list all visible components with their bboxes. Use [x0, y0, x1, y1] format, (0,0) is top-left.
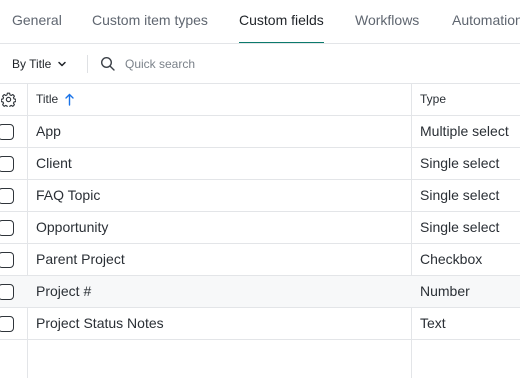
- table-row[interactable]: FAQ Topic Single select: [0, 180, 520, 212]
- field-title[interactable]: Project Status Notes: [36, 308, 164, 339]
- custom-fields-table: Title Type App Multiple select Client Si…: [0, 84, 520, 378]
- arrow-up-icon: [64, 94, 74, 107]
- field-title[interactable]: Client: [36, 148, 72, 179]
- field-type: Number: [420, 283, 470, 299]
- row-checkbox[interactable]: [0, 316, 14, 332]
- field-title[interactable]: App: [36, 116, 61, 147]
- table-header: Title Type: [0, 84, 520, 116]
- quick-search: [100, 54, 300, 74]
- table-row[interactable]: Opportunity Single select: [0, 212, 520, 244]
- field-type: Single select: [420, 155, 500, 171]
- tab-custom-item-types[interactable]: Custom item types: [92, 0, 208, 43]
- table-row[interactable]: App Multiple select: [0, 116, 520, 148]
- row-checkbox[interactable]: [0, 124, 14, 140]
- search-icon: [100, 56, 115, 71]
- tab-general[interactable]: General: [12, 0, 62, 43]
- field-type: Text: [420, 315, 446, 331]
- table-row[interactable]: Parent Project Checkbox: [0, 244, 520, 276]
- table-row[interactable]: Project # Number: [0, 276, 520, 308]
- row-checkbox[interactable]: [0, 252, 14, 268]
- row-checkbox[interactable]: [0, 220, 14, 236]
- tab-automation[interactable]: Automation: [452, 0, 520, 43]
- tab-custom-fields[interactable]: Custom fields: [239, 0, 324, 43]
- settings-tabs: General Custom item types Custom fields …: [0, 0, 520, 44]
- search-input[interactable]: [125, 57, 285, 71]
- field-type: Single select: [420, 187, 500, 203]
- toolbar: By Title: [0, 44, 520, 84]
- table-row[interactable]: Project Status Notes Text: [0, 308, 520, 340]
- field-title[interactable]: Project #: [36, 276, 91, 307]
- sort-dropdown-button[interactable]: By Title: [12, 54, 67, 74]
- column-header-title-label: Title: [36, 92, 59, 106]
- tab-workflows[interactable]: Workflows: [355, 0, 419, 43]
- column-header-type[interactable]: Type: [420, 84, 446, 115]
- table-row[interactable]: Client Single select: [0, 148, 520, 180]
- row-checkbox[interactable]: [0, 188, 14, 204]
- row-checkbox[interactable]: [0, 284, 14, 300]
- field-type: Checkbox: [420, 251, 483, 267]
- field-title[interactable]: Opportunity: [36, 212, 108, 243]
- column-header-title[interactable]: Title: [36, 84, 74, 115]
- chevron-down-icon: [58, 61, 67, 67]
- field-title[interactable]: Parent Project: [36, 244, 125, 275]
- sort-label: By Title: [12, 57, 52, 71]
- row-checkbox[interactable]: [0, 156, 14, 172]
- field-type: Single select: [420, 219, 500, 235]
- field-type: Multiple select: [420, 123, 509, 139]
- gear-icon[interactable]: [1, 92, 16, 107]
- toolbar-divider: [87, 55, 88, 73]
- field-title[interactable]: FAQ Topic: [36, 180, 100, 211]
